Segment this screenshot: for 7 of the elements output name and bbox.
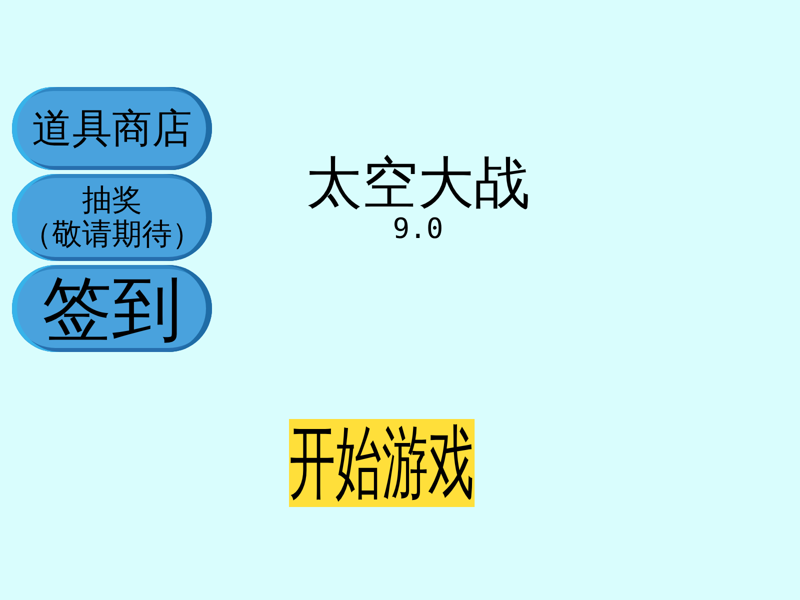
game-title: 太空大战 <box>306 155 530 211</box>
menu-button[interactable]: 道具商店 <box>12 87 212 170</box>
coming-soon-note: （敬请期待） <box>22 218 202 252</box>
version-number: 9.0 <box>392 215 444 243</box>
menu-button[interactable]: 抽奖 （敬请期待） <box>12 174 212 261</box>
start-game-button[interactable]: 开始游戏 <box>289 419 475 507</box>
menu-button[interactable]: 签到 <box>12 265 212 352</box>
